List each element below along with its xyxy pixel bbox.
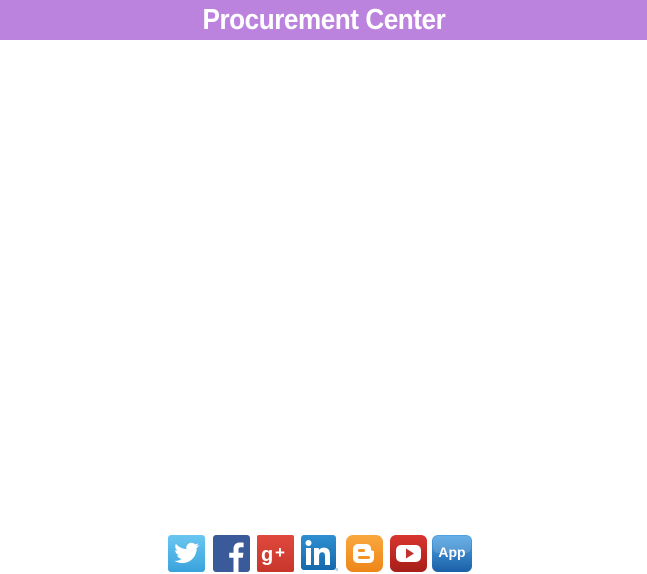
facebook-button[interactable] [213,535,250,572]
svg-text:+: + [275,543,285,562]
header-bar: Procurement Center [0,0,647,40]
linkedin-icon: ® [301,535,338,572]
youtube-icon [390,535,427,572]
google-plus-button[interactable]: g + [257,535,294,572]
app-icon: App [432,535,472,572]
twitter-button[interactable] [168,535,205,572]
facebook-icon [213,535,250,572]
google-plus-icon: g + [257,535,294,572]
app-label: App [438,544,465,560]
page-title: Procurement Center [202,3,445,36]
youtube-button[interactable] [390,535,427,572]
social-links-bar: g + ® App [167,535,473,572]
blogger-button[interactable] [346,535,383,572]
main-content-area [0,40,647,532]
twitter-icon [168,535,205,572]
blogger-icon [346,535,383,572]
linkedin-button[interactable]: ® [301,535,338,572]
app-button[interactable]: App [432,535,472,572]
svg-text:g: g [261,544,273,566]
svg-text:®: ® [336,567,339,572]
